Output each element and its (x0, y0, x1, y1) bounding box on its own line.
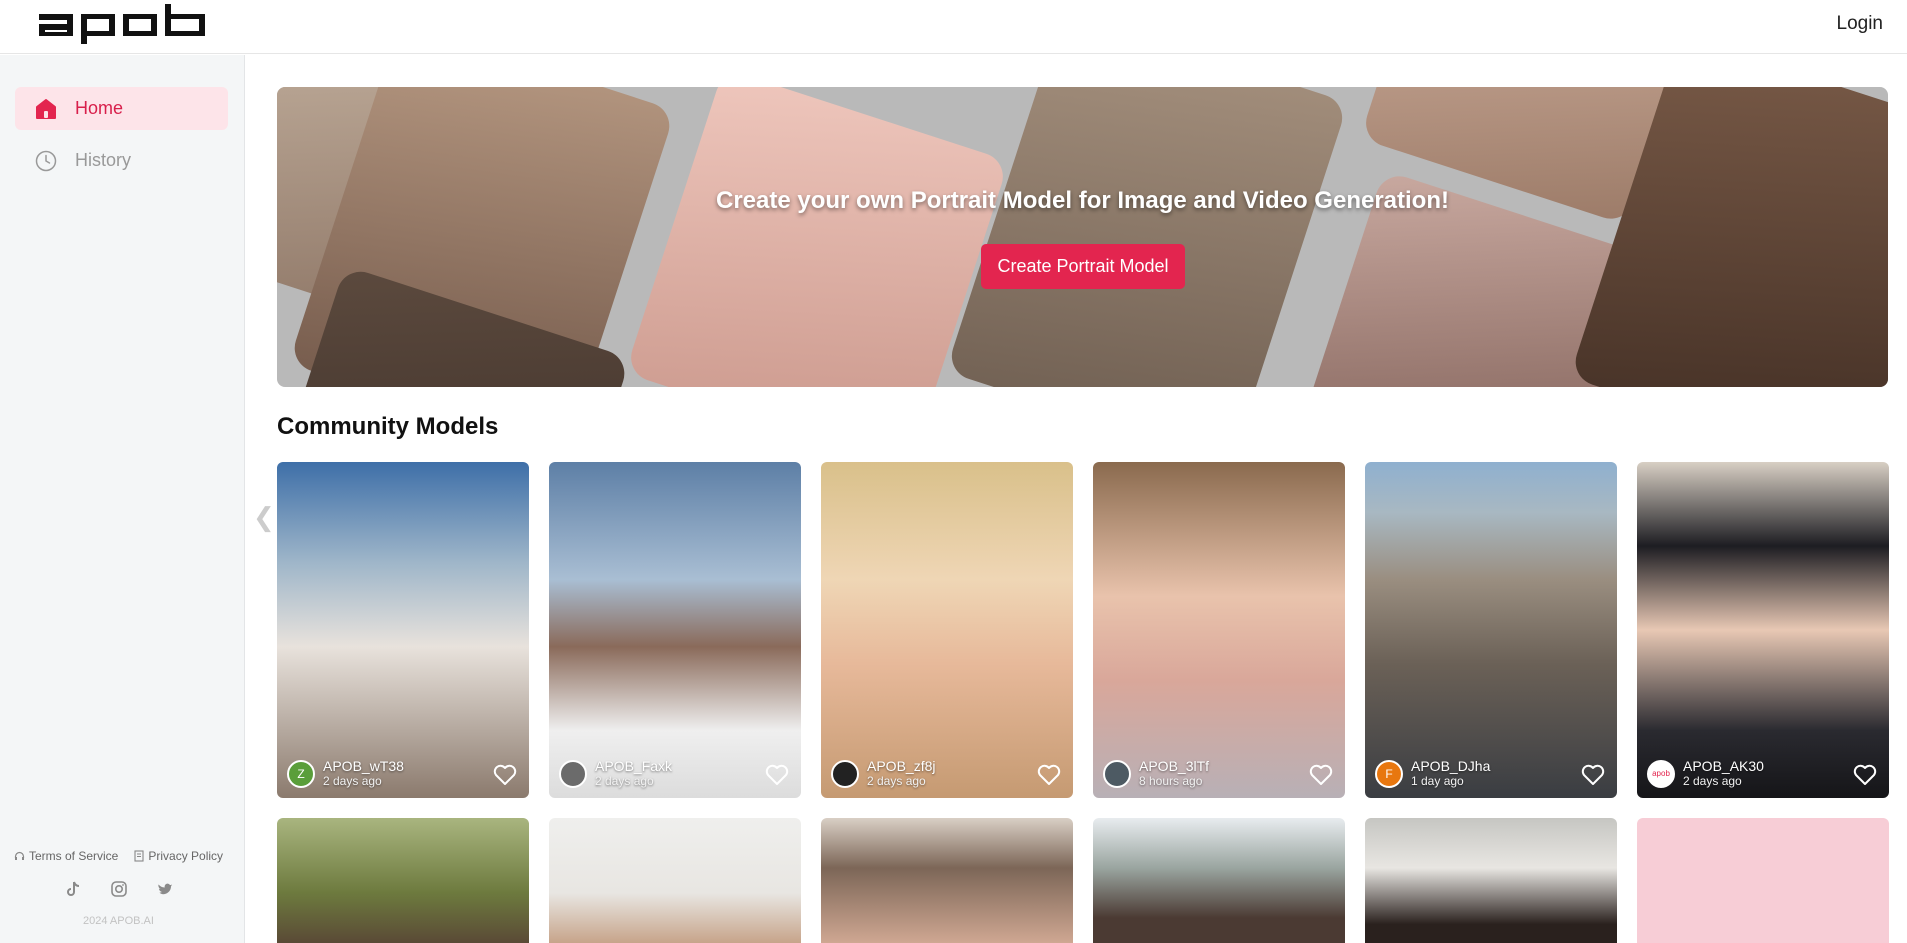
model-name: APOB_wT38 (323, 758, 404, 774)
create-portrait-model-button[interactable]: Create Portrait Model (981, 244, 1185, 289)
portrait-tile (624, 87, 1010, 387)
clock-icon (35, 150, 57, 172)
model-name: APOB_Faxk (595, 758, 673, 774)
sidebar-item-home[interactable]: Home (15, 87, 228, 130)
apob-logo[interactable] (39, 4, 206, 44)
avatar: F (1375, 759, 1403, 788)
avatar (1103, 759, 1131, 788)
hero-banner: Create your own Portrait Model for Image… (277, 87, 1888, 387)
banner-title: Create your own Portrait Model for Image… (715, 187, 1449, 214)
model-time: 2 days ago (1683, 774, 1742, 788)
model-time: 8 hours ago (1139, 774, 1203, 788)
avatar: Z (287, 759, 315, 788)
document-icon (134, 850, 144, 862)
model-card[interactable]: APOB_Faxk 2 days ago (549, 462, 801, 798)
model-card[interactable] (549, 818, 801, 943)
heart-icon[interactable] (765, 764, 789, 786)
chevron-left-icon[interactable]: ❮ (253, 502, 275, 533)
model-card[interactable] (1093, 818, 1345, 943)
model-time: 2 days ago (323, 774, 382, 788)
privacy-link[interactable]: Privacy Policy (134, 849, 223, 863)
tiktok-icon[interactable] (64, 880, 82, 898)
top-bar: Login (0, 0, 1907, 54)
model-time: 1 day ago (1411, 774, 1464, 788)
social-links (64, 880, 174, 898)
avatar (559, 759, 587, 788)
heart-icon[interactable] (1037, 764, 1061, 786)
model-card[interactable]: F APOB_DJha 1 day ago (1365, 462, 1617, 798)
sidebar-item-label: Home (75, 98, 124, 118)
model-time: 2 days ago (867, 774, 926, 788)
heart-icon[interactable] (1853, 764, 1877, 786)
copyright-text: 2024 APOB.AI (83, 915, 154, 927)
headset-icon (14, 851, 25, 860)
sidebar-item-label: History (75, 150, 132, 170)
model-card[interactable] (277, 818, 529, 943)
model-card[interactable]: APOB_zf8j 2 days ago (821, 462, 1073, 798)
heart-icon[interactable] (1581, 764, 1605, 786)
model-card[interactable] (821, 818, 1073, 943)
avatar: apob (1647, 759, 1675, 788)
model-card[interactable]: APOB_3lTf 8 hours ago (1093, 462, 1345, 798)
login-button[interactable]: Login (1837, 13, 1884, 35)
model-card[interactable]: Z APOB_wT38 2 days ago (277, 462, 529, 798)
sidebar-item-history[interactable]: History (15, 139, 228, 182)
avatar (831, 759, 859, 788)
model-name: APOB_DJha (1411, 758, 1491, 774)
instagram-icon[interactable] (110, 880, 128, 898)
portrait-tile (945, 87, 1349, 387)
terms-link[interactable]: Terms of Service (14, 849, 118, 863)
footer-links: Terms of Service Privacy Policy (14, 849, 223, 863)
model-card[interactable]: apob APOB_AK30 2 days ago (1637, 462, 1889, 798)
model-card[interactable] (1365, 818, 1617, 943)
heart-icon[interactable] (493, 764, 517, 786)
twitter-icon[interactable] (156, 880, 174, 898)
section-title: Community Models (277, 413, 499, 440)
model-card[interactable] (1637, 818, 1889, 943)
model-name: APOB_zf8j (867, 758, 936, 774)
model-time: 2 days ago (595, 774, 654, 788)
model-name: APOB_3lTf (1139, 758, 1210, 774)
sidebar: Home History Terms of Service Privacy Po… (0, 55, 245, 943)
heart-icon[interactable] (1309, 764, 1333, 786)
home-icon (35, 98, 57, 120)
model-name: APOB_AK30 (1683, 758, 1764, 774)
